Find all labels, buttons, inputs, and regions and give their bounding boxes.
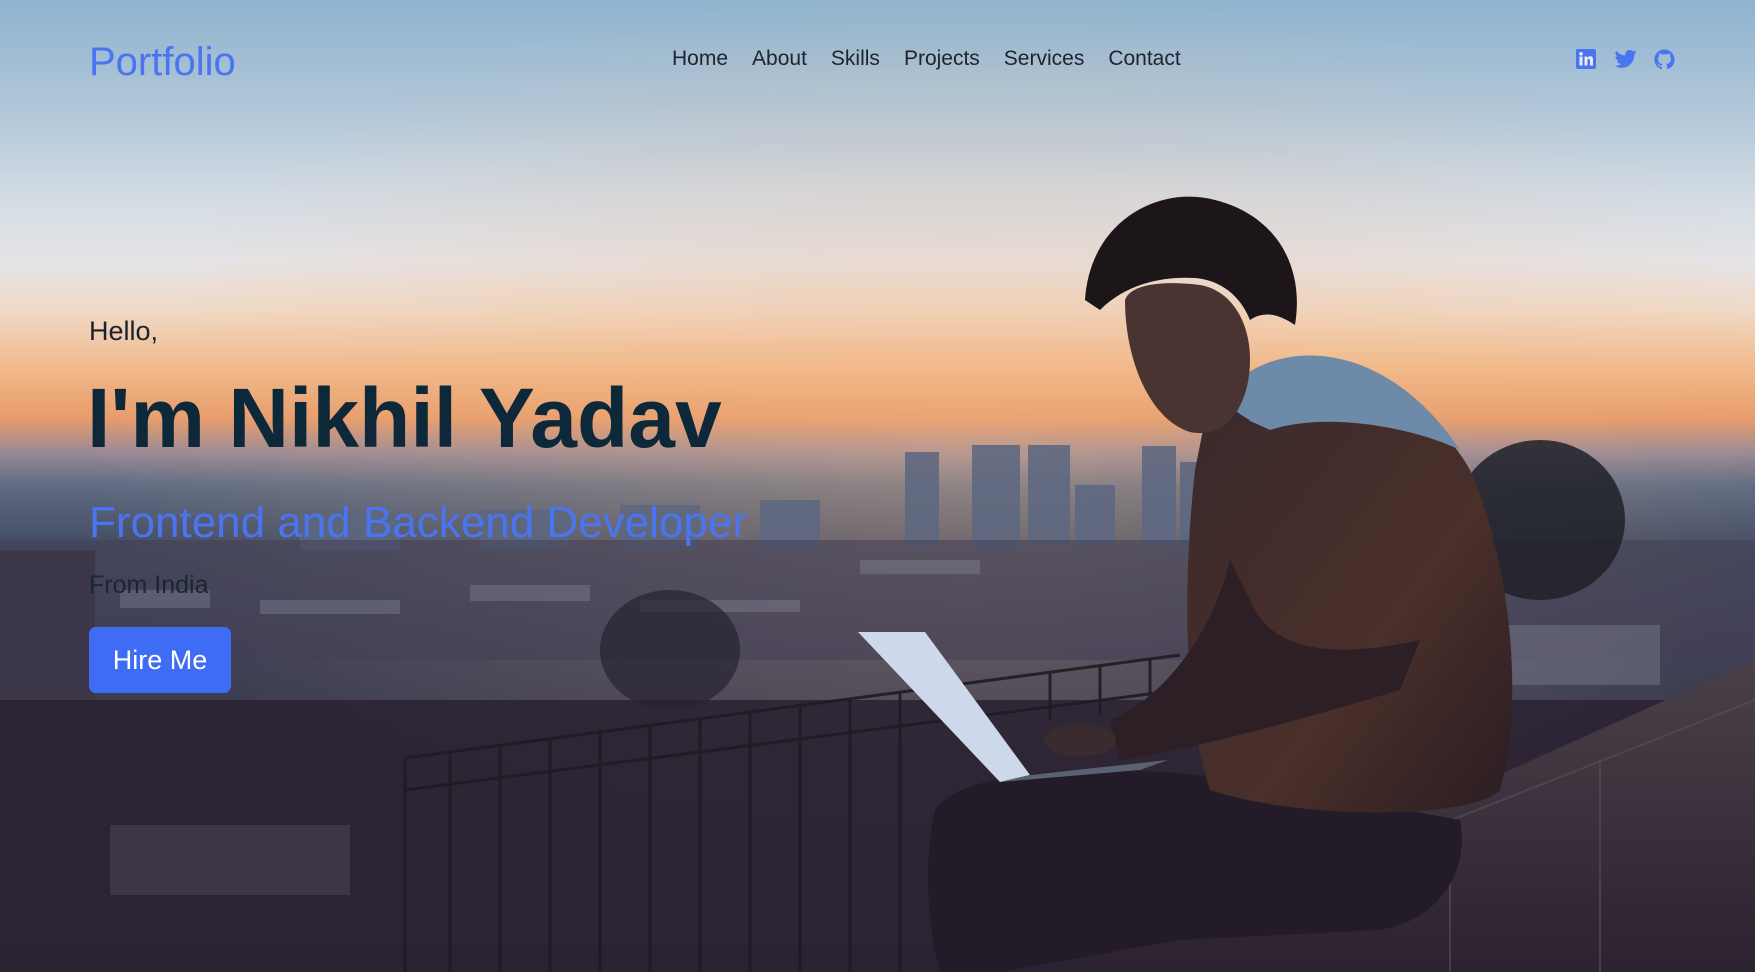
nav-link-skills[interactable]: Skills: [831, 45, 880, 73]
linkedin-icon[interactable]: [1576, 49, 1596, 69]
twitter-icon[interactable]: [1614, 49, 1637, 69]
nav-link-projects[interactable]: Projects: [904, 45, 980, 73]
nav-link-contact[interactable]: Contact: [1108, 45, 1180, 73]
hero-background-image: [0, 0, 1755, 972]
nav-link-services[interactable]: Services: [1004, 45, 1085, 73]
hero-location: From India: [89, 571, 209, 599]
nav-link-home[interactable]: Home: [672, 45, 728, 73]
social-links: [1576, 49, 1675, 70]
brand-logo[interactable]: Portfolio: [89, 38, 236, 86]
hire-me-button[interactable]: Hire Me: [89, 627, 231, 693]
hero-name-heading: I'm Nikhil Yadav: [87, 371, 722, 465]
main-nav: Home About Skills Projects Services Cont…: [672, 45, 1181, 73]
hero-greeting: Hello,: [89, 316, 159, 346]
navbar: Portfolio Home About Skills Projects Ser…: [0, 0, 1755, 120]
nav-link-about[interactable]: About: [752, 45, 807, 73]
hero-role: Frontend and Backend Developer: [89, 498, 747, 547]
hero-section: Portfolio Home About Skills Projects Ser…: [0, 0, 1755, 972]
github-icon[interactable]: [1654, 49, 1675, 70]
